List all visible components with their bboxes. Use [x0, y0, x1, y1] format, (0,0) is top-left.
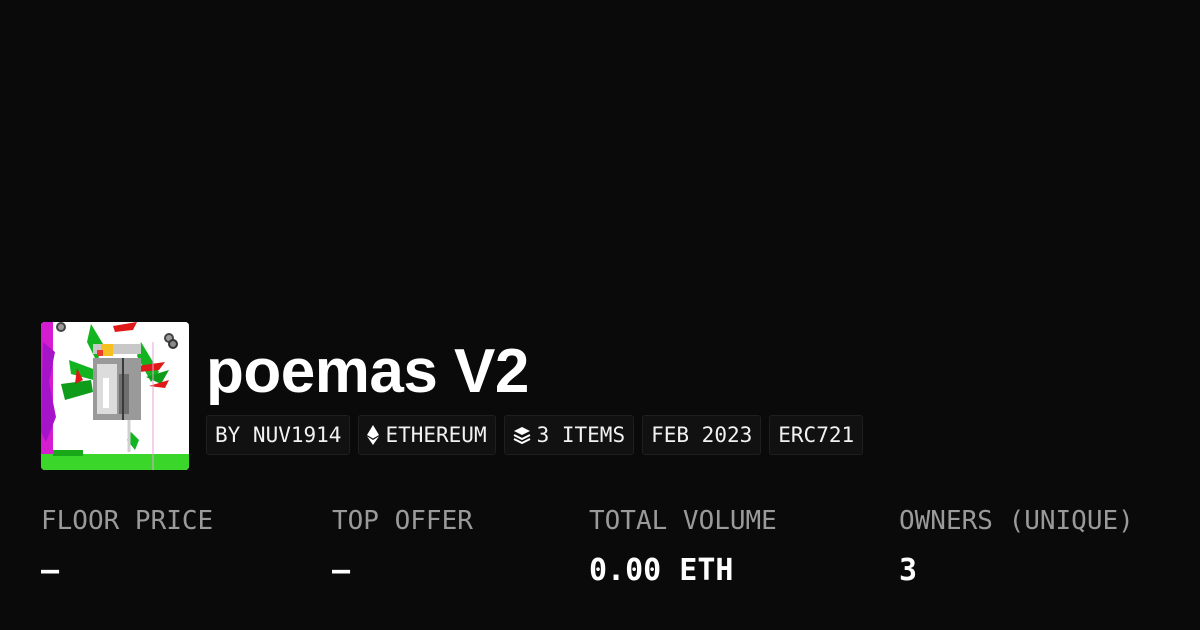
collection-artwork: [41, 322, 189, 470]
collection-title: poemas V2: [206, 337, 529, 406]
total-volume-stat: TOTAL VOLUME 0.00 ETH: [589, 503, 777, 589]
top-offer-stat: TOP OFFER —: [332, 503, 473, 589]
collection-thumbnail[interactable]: [41, 322, 189, 470]
date-tag-label: FEB 2023: [651, 423, 753, 447]
date-tag: FEB 2023: [642, 415, 762, 455]
owners-label: OWNERS (UNIQUE): [899, 506, 1134, 536]
ethereum-icon: [367, 425, 380, 445]
total-volume-label: TOTAL VOLUME: [589, 506, 777, 536]
creator-tag[interactable]: BY NUV1914: [206, 415, 351, 455]
chain-tag[interactable]: ETHEREUM: [358, 415, 496, 455]
total-volume-value: 0.00 ETH: [589, 553, 734, 588]
collection-card: poemas V2 BY NUV1914 ETHEREUM 3 ITEMS FE…: [0, 0, 1200, 630]
chain-tag-label: ETHEREUM: [385, 423, 487, 447]
collection-stats: FLOOR PRICE — TOP OFFER — TOTAL VOLUME 0…: [0, 503, 1200, 603]
layers-icon: [513, 426, 531, 444]
items-tag[interactable]: 3 ITEMS: [503, 415, 635, 455]
owners-stat: OWNERS (UNIQUE) 3: [899, 503, 1134, 589]
top-offer-label: TOP OFFER: [332, 506, 473, 536]
top-offer-value: —: [332, 553, 351, 588]
owners-value: 3: [899, 553, 918, 588]
items-tag-label: 3 ITEMS: [536, 423, 626, 447]
standard-tag-label: ERC721: [778, 423, 855, 447]
floor-price-label: FLOOR PRICE: [41, 506, 214, 536]
creator-tag-label: BY NUV1914: [215, 423, 342, 447]
floor-price-value: —: [41, 553, 60, 588]
floor-price-stat: FLOOR PRICE —: [41, 503, 213, 589]
standard-tag: ERC721: [769, 415, 864, 455]
collection-tags: BY NUV1914 ETHEREUM 3 ITEMS FEB 2023 ERC…: [206, 415, 864, 455]
